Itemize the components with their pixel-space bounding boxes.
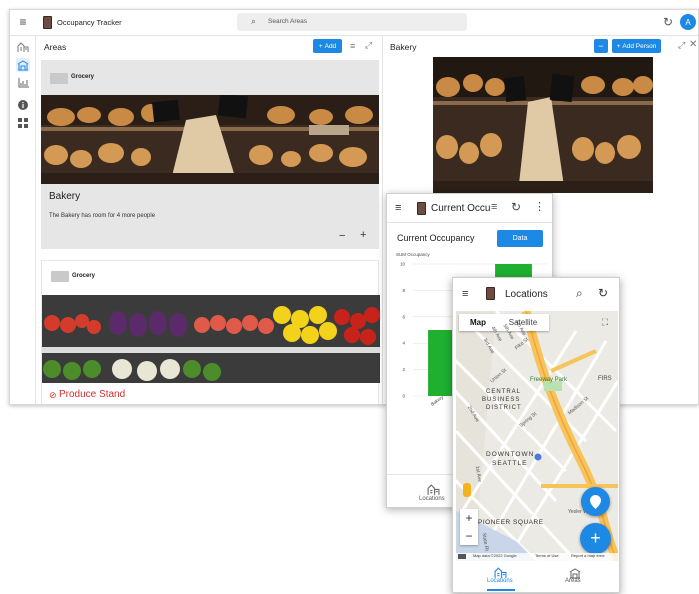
add-area-label: Add (324, 42, 337, 50)
refresh-icon[interactable]: ↻ (511, 200, 521, 214)
report-link[interactable]: Report a map error (571, 553, 605, 558)
menu-icon[interactable]: ≡ (395, 202, 401, 214)
chart-y-tick-label: 8 (402, 288, 405, 293)
avatar[interactable]: A (680, 14, 696, 30)
remove-person-button[interactable]: − (594, 39, 608, 53)
map-attribution: Map data ©2022 Google (473, 553, 517, 558)
app-title: Occupancy Tracker (57, 18, 122, 27)
search-icon: ⌕ (251, 16, 257, 26)
add-area-button[interactable]: + Add (313, 39, 342, 53)
terms-link[interactable]: Terms of Use (535, 553, 559, 558)
refresh-icon[interactable]: ↻ (598, 286, 608, 300)
bakery-title: Bakery (390, 42, 417, 52)
chart-y-tick-label: 10 (400, 262, 406, 267)
areas-nav-label: Areas (565, 578, 581, 584)
locations-window: ≡ Locations ⌕ ↻ Map Satellite ⛶ Freeway … (452, 277, 620, 593)
locations-nav-icon[interactable] (16, 40, 30, 54)
bakery-detail-photo (433, 57, 653, 193)
expand-icon[interactable]: ⤢ (365, 40, 372, 51)
filter-icon[interactable]: ≡ (491, 201, 497, 213)
category-thumbnail (51, 271, 69, 282)
map-label-pioneer-square: PIONEER SQUARE (478, 519, 544, 526)
map-label-business: BUSINESS (482, 397, 521, 403)
dashboard-icon[interactable] (16, 116, 30, 130)
bottom-nav: Locations Areas (453, 562, 619, 592)
menu-icon[interactable]: ≡ (462, 288, 468, 300)
chart-y-tick-label: 4 (402, 341, 405, 346)
chart-y-tick-label: 0 (402, 394, 405, 399)
map-label-downtown: DOWNTOWN (486, 451, 535, 458)
chart-nav-icon[interactable] (16, 76, 30, 90)
door-icon (486, 287, 495, 300)
active-indicator (487, 589, 515, 591)
card-title: Bakery (49, 191, 81, 202)
blocked-icon: ⊘ (49, 390, 57, 400)
map-label-freeway-park: Freeway Park (530, 377, 568, 383)
more-icon[interactable]: ⋮ (534, 200, 545, 213)
app-logo-icon (43, 16, 52, 29)
card-category: Grocery (71, 74, 95, 80)
card-title: Produce Stand (59, 389, 126, 400)
plus-icon: + (616, 42, 621, 50)
search-input[interactable]: ⌕ Search Areas (237, 13, 467, 31)
chart-y-tick-label: 2 (402, 367, 405, 372)
locations-window-title: Locations (505, 289, 548, 300)
app-bar: ≡ Occupancy Tracker ⌕ Search Areas ↻ A (10, 10, 698, 36)
locations-nav-item[interactable]: Locations (471, 562, 531, 592)
card-description: The Bakery has room for 4 more people (49, 213, 156, 219)
area-card-produce[interactable]: Grocery ⊘ Produce Stand (41, 260, 380, 404)
map-label-seattle: SEATTLE (492, 460, 528, 467)
occupancy-window-title: Current Occu (431, 203, 491, 214)
areas-nav-item[interactable]: Areas (551, 562, 601, 592)
area-card-bakery[interactable]: Grocery Bakery The Bakery has room for 4… (41, 60, 379, 249)
street-view-icon[interactable] (463, 483, 471, 497)
filter-icon[interactable]: ≡ (350, 41, 355, 51)
close-icon[interactable]: ✕ (689, 39, 697, 50)
chart-y-tick-label: 6 (402, 314, 405, 319)
door-icon (417, 202, 426, 215)
zoom-in-button[interactable]: + (460, 509, 478, 527)
zoom-controls: + − (460, 509, 478, 545)
zoom-out-button[interactable]: − (460, 527, 478, 545)
increment-button[interactable]: + (360, 229, 366, 241)
card-category: Grocery (72, 273, 96, 279)
occupancy-heading: Current Occupancy (397, 233, 475, 243)
expand-icon[interactable]: ⤢ (678, 40, 685, 51)
map-footer: Map data ©2022 Google Terms of Use Repor… (456, 553, 618, 561)
category-thumbnail (50, 73, 68, 84)
add-person-button[interactable]: + Add Person (612, 39, 661, 53)
add-location-fab[interactable]: + (580, 523, 611, 554)
locations-nav-label: Locations (487, 578, 513, 584)
fullscreen-icon[interactable]: ⛶ (598, 315, 612, 329)
plus-icon: + (318, 42, 323, 50)
search-placeholder: Search Areas (268, 18, 308, 25)
map-label-central: CENTRAL (486, 389, 522, 395)
location-pin-button[interactable] (581, 487, 610, 516)
add-person-label: Add Person (622, 42, 657, 50)
info-icon[interactable] (16, 98, 30, 112)
map-label-first-hill: FIRS (598, 376, 612, 382)
locations-nav-label[interactable]: Locations (419, 496, 445, 502)
refresh-icon[interactable]: ↻ (663, 15, 673, 29)
areas-nav-icon[interactable] (16, 58, 30, 72)
search-icon[interactable]: ⌕ (576, 286, 583, 301)
areas-title: Areas (44, 42, 67, 52)
map-view[interactable]: Map Satellite ⛶ Freeway Park FIRS CENTRA… (456, 311, 618, 561)
map-label-district: DISTRICT (486, 405, 522, 411)
menu-icon[interactable]: ≡ (17, 15, 29, 29)
areas-panel: Areas + Add ≡ ⤢ Grocery Bakery The Baker… (36, 36, 383, 404)
google-logo-icon (458, 554, 466, 559)
bakery-photo (41, 95, 379, 184)
decrement-button[interactable]: − (339, 230, 345, 242)
nav-rail (10, 36, 36, 404)
produce-photo (42, 295, 380, 383)
data-button[interactable]: Data (497, 230, 543, 247)
header-divider (387, 222, 552, 223)
